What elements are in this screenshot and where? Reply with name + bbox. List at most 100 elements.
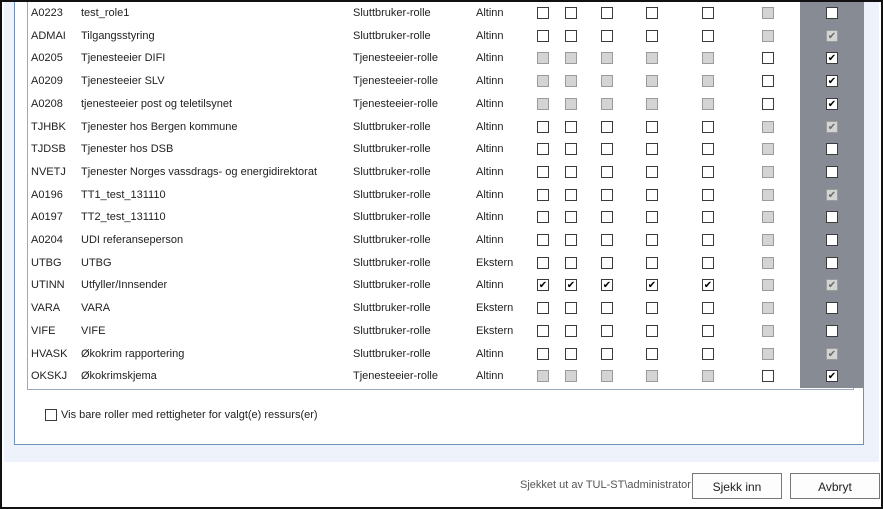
assign-checkbox[interactable] <box>826 302 838 315</box>
permission-checkbox <box>702 75 714 88</box>
permission-checkbox[interactable] <box>565 279 577 292</box>
permission-checkbox[interactable] <box>565 211 577 224</box>
permission-checkbox[interactable] <box>565 165 577 178</box>
permission-checkbox[interactable] <box>762 75 774 88</box>
role-type: Sluttbruker-rolle <box>353 165 431 178</box>
permission-checkbox[interactable] <box>702 211 714 224</box>
permission-checkbox[interactable] <box>646 120 658 133</box>
permission-checkbox[interactable] <box>537 279 549 292</box>
permission-checkbox[interactable] <box>646 234 658 246</box>
permission-checkbox[interactable] <box>601 188 613 201</box>
permission-checkbox[interactable] <box>702 188 714 201</box>
cancel-button[interactable]: Avbryt <box>790 473 880 499</box>
permission-checkbox[interactable] <box>646 143 658 156</box>
role-source: Altinn <box>476 29 504 42</box>
permission-checkbox[interactable] <box>646 324 658 337</box>
permission-checkbox[interactable] <box>702 347 714 360</box>
permission-checkbox <box>762 256 774 269</box>
role-name: test_role1 <box>81 7 130 19</box>
permission-checkbox[interactable] <box>565 120 577 133</box>
role-code: HVASK <box>31 347 68 360</box>
permission-checkbox[interactable] <box>537 347 549 360</box>
role-name: Tjenesteeier DIFI <box>81 52 166 65</box>
role-code: ADMAI <box>31 29 66 42</box>
permission-checkbox[interactable] <box>601 347 613 360</box>
permission-checkbox[interactable] <box>601 211 613 224</box>
permission-checkbox[interactable] <box>702 324 714 337</box>
permission-checkbox[interactable] <box>565 256 577 269</box>
permission-checkbox[interactable] <box>537 7 549 19</box>
permission-checkbox[interactable] <box>601 7 613 19</box>
permission-checkbox[interactable] <box>565 234 577 246</box>
permission-checkbox[interactable] <box>601 165 613 178</box>
permission-checkbox[interactable] <box>565 347 577 360</box>
permission-checkbox[interactable] <box>601 256 613 269</box>
permission-checkbox[interactable] <box>702 29 714 42</box>
permission-checkbox[interactable] <box>762 97 774 110</box>
assign-checkbox[interactable] <box>826 75 838 88</box>
permission-checkbox[interactable] <box>646 302 658 315</box>
permission-checkbox[interactable] <box>601 279 613 292</box>
permission-checkbox[interactable] <box>762 52 774 65</box>
permission-checkbox[interactable] <box>537 256 549 269</box>
permission-checkbox[interactable] <box>702 234 714 246</box>
permission-checkbox[interactable] <box>702 302 714 315</box>
permission-checkbox[interactable] <box>646 211 658 224</box>
permission-checkbox[interactable] <box>646 7 658 19</box>
assign-checkbox[interactable] <box>826 52 838 65</box>
assign-checkbox[interactable] <box>826 165 838 178</box>
role-name: UTBG <box>81 256 112 269</box>
permission-checkbox[interactable] <box>565 324 577 337</box>
permission-checkbox[interactable] <box>702 165 714 178</box>
assign-checkbox[interactable] <box>826 143 838 156</box>
assign-checkbox[interactable] <box>826 370 838 383</box>
permission-checkbox[interactable] <box>601 120 613 133</box>
permission-checkbox[interactable] <box>565 7 577 19</box>
permission-checkbox[interactable] <box>702 256 714 269</box>
assign-checkbox[interactable] <box>826 7 838 19</box>
permission-checkbox[interactable] <box>537 302 549 315</box>
permission-checkbox[interactable] <box>537 165 549 178</box>
assign-checkbox[interactable] <box>826 211 838 224</box>
assign-checkbox[interactable] <box>826 97 838 110</box>
role-source: Altinn <box>476 211 504 224</box>
permission-checkbox[interactable] <box>601 324 613 337</box>
permission-checkbox[interactable] <box>537 234 549 246</box>
permission-checkbox[interactable] <box>565 302 577 315</box>
role-type: Sluttbruker-rolle <box>353 234 431 246</box>
permission-checkbox[interactable] <box>601 143 613 156</box>
permission-checkbox[interactable] <box>646 29 658 42</box>
permission-checkbox[interactable] <box>702 120 714 133</box>
role-name: tjenesteeier post og teletilsynet <box>81 97 233 110</box>
permission-checkbox[interactable] <box>601 234 613 246</box>
permission-checkbox[interactable] <box>601 29 613 42</box>
assign-checkbox[interactable] <box>826 234 838 246</box>
permission-checkbox[interactable] <box>646 279 658 292</box>
permission-checkbox[interactable] <box>646 256 658 269</box>
table-row: A0208 tjenesteeier post og teletilsynet Tj… <box>28 93 855 116</box>
role-type: Sluttbruker-rolle <box>353 7 431 19</box>
permission-checkbox[interactable] <box>646 165 658 178</box>
permission-checkbox[interactable] <box>537 143 549 156</box>
permission-checkbox[interactable] <box>537 324 549 337</box>
permission-checkbox <box>646 97 658 110</box>
permission-checkbox[interactable] <box>565 188 577 201</box>
filter-checkbox[interactable] <box>45 409 57 421</box>
permission-checkbox[interactable] <box>565 29 577 42</box>
permission-checkbox[interactable] <box>646 188 658 201</box>
checkin-button[interactable]: Sjekk inn <box>692 473 782 499</box>
permission-checkbox[interactable] <box>702 143 714 156</box>
permission-checkbox[interactable] <box>646 347 658 360</box>
permission-checkbox[interactable] <box>537 120 549 133</box>
permission-checkbox[interactable] <box>565 143 577 156</box>
permission-checkbox[interactable] <box>762 370 774 383</box>
assign-checkbox[interactable] <box>826 256 838 269</box>
permission-checkbox[interactable] <box>601 302 613 315</box>
permission-checkbox[interactable] <box>537 29 549 42</box>
permission-checkbox[interactable] <box>702 279 714 292</box>
permission-checkbox[interactable] <box>702 7 714 19</box>
permission-checkbox <box>762 143 774 156</box>
assign-checkbox[interactable] <box>826 324 838 337</box>
permission-checkbox[interactable] <box>537 188 549 201</box>
permission-checkbox[interactable] <box>537 211 549 224</box>
